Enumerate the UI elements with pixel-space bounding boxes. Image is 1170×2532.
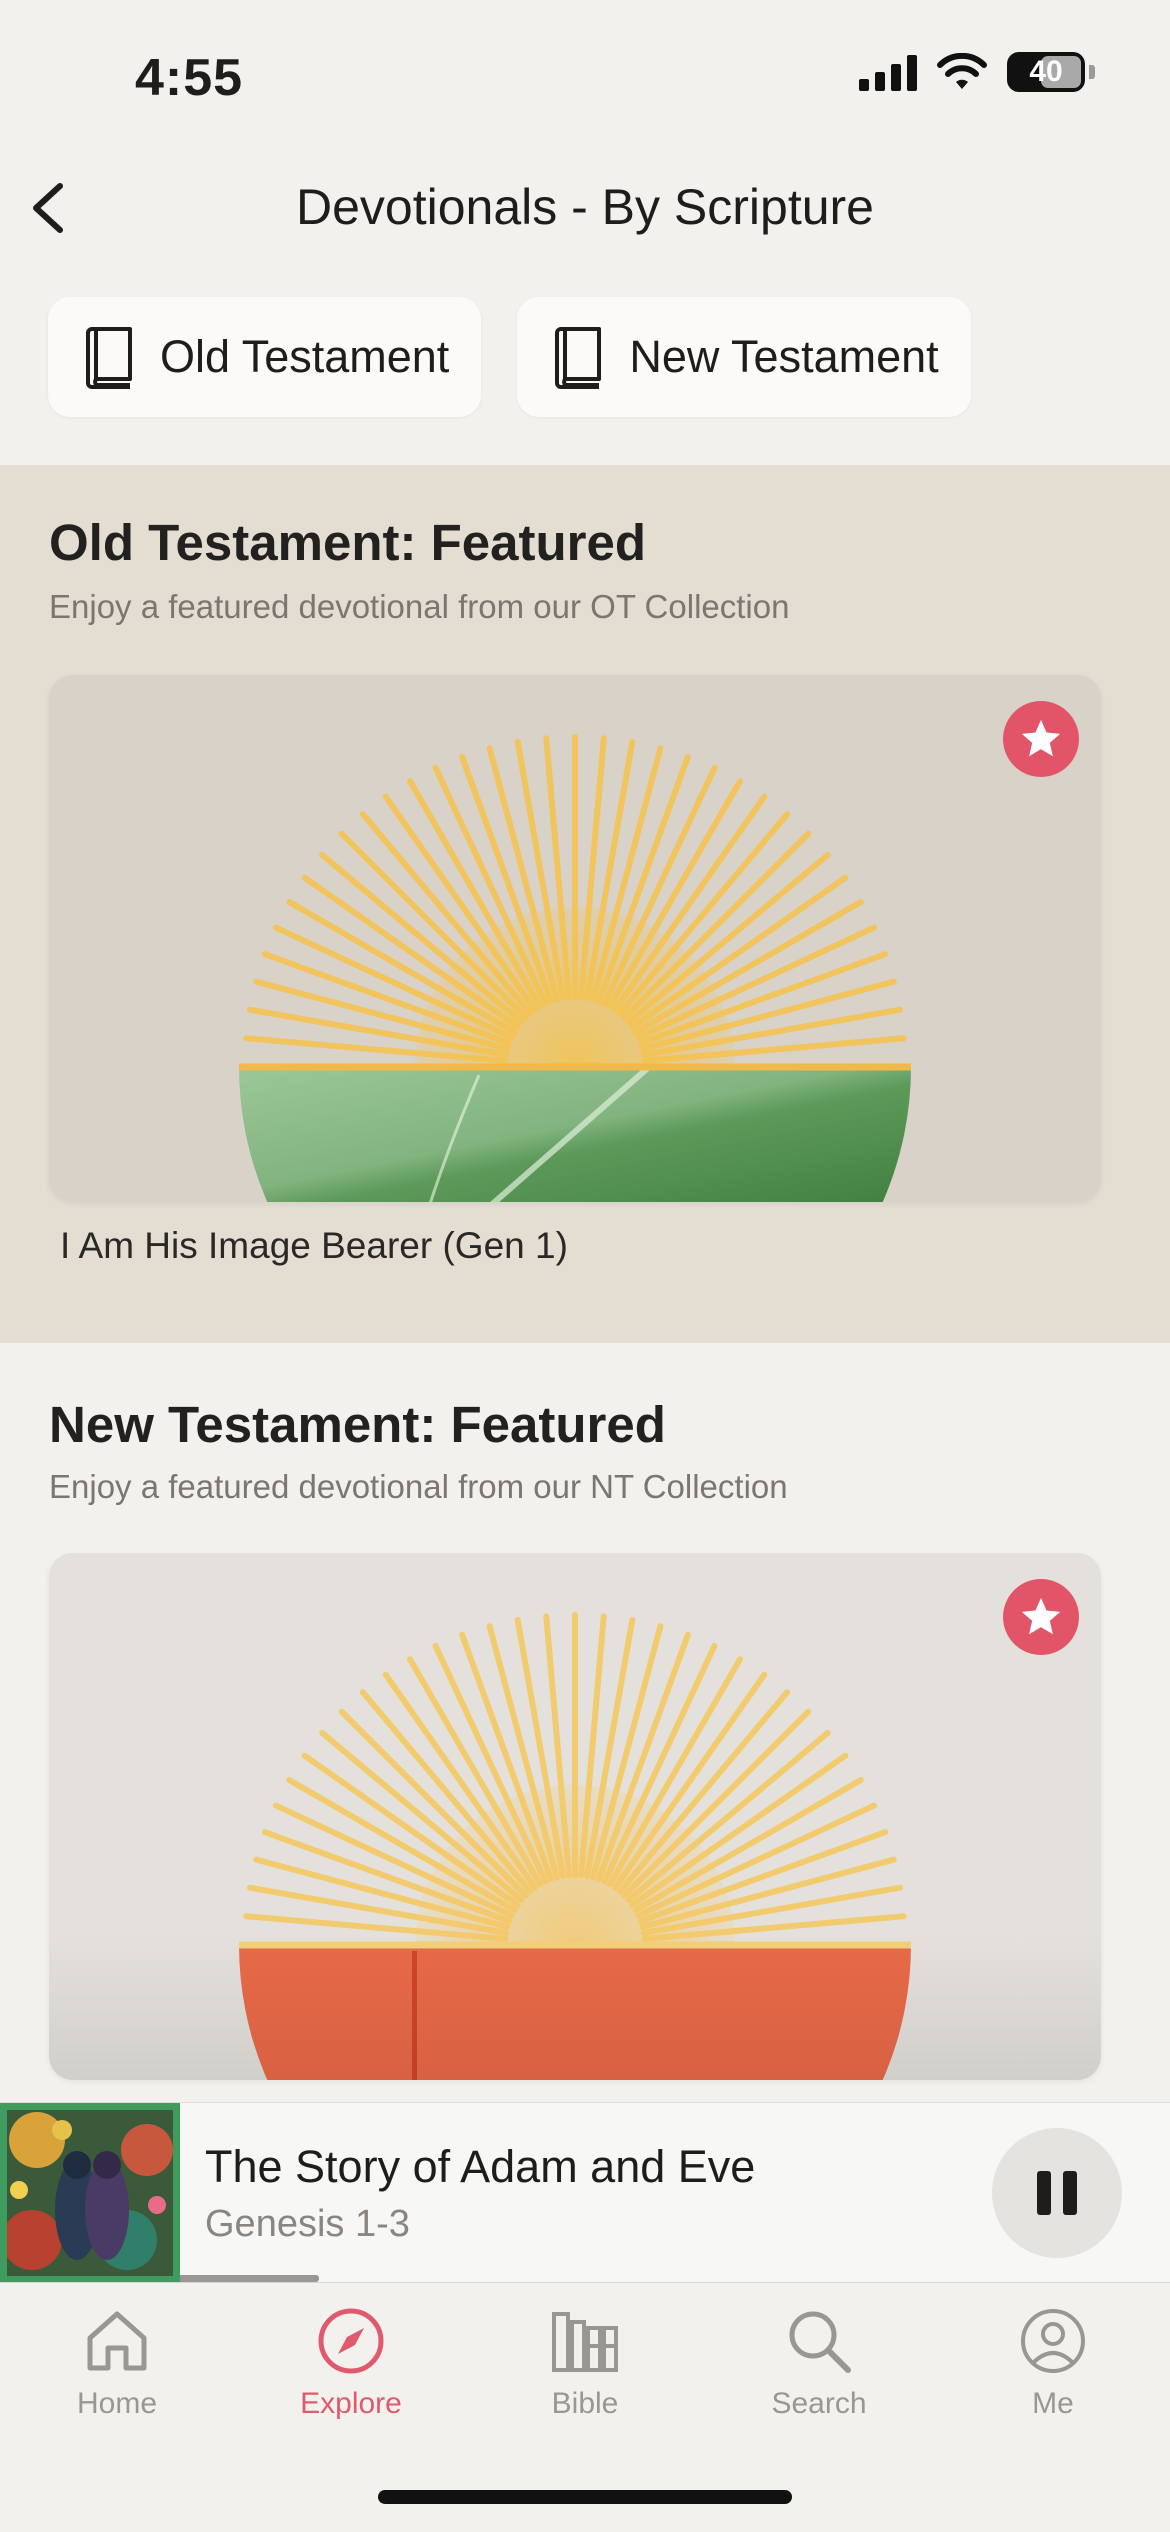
new-testament-chip[interactable]: New Testament bbox=[517, 297, 971, 417]
home-icon bbox=[87, 2311, 147, 2371]
nav-header: Devotionals - By Scripture bbox=[0, 160, 1170, 250]
tab-bible[interactable]: Bible bbox=[468, 2301, 702, 2451]
status-icons: 40 bbox=[859, 52, 1095, 92]
testament-filter-chips: Old Testament New Testament bbox=[48, 297, 971, 417]
status-time: 4:55 bbox=[135, 49, 244, 107]
ot-section-title: Old Testament: Featured bbox=[49, 514, 646, 571]
book-icon bbox=[86, 327, 132, 389]
featured-star-badge bbox=[1003, 701, 1079, 777]
new-testament-chip-label: New Testament bbox=[629, 331, 939, 382]
ot-card-caption: I Am His Image Bearer (Gen 1) bbox=[60, 1225, 568, 1266]
tab-search-label: Search bbox=[771, 2387, 867, 2420]
tab-explore-label: Explore bbox=[300, 2387, 402, 2420]
search-icon bbox=[789, 2311, 851, 2373]
cellular-signal-icon bbox=[859, 53, 917, 91]
status-bar: 4:55 40 bbox=[0, 0, 1170, 150]
now-playing-subtitle: Genesis 1-3 bbox=[205, 2203, 410, 2245]
ot-section-subtitle: Enjoy a featured devotional from our OT … bbox=[49, 588, 790, 625]
tab-search[interactable]: Search bbox=[702, 2301, 936, 2451]
playback-progress-bar bbox=[180, 2275, 319, 2282]
pause-button[interactable] bbox=[992, 2128, 1122, 2258]
nt-section-subtitle: Enjoy a featured devotional from our NT … bbox=[49, 1468, 788, 1505]
tab-bible-label: Bible bbox=[551, 2387, 619, 2420]
sunrise-orange-artwork bbox=[49, 1612, 1101, 2080]
book-icon bbox=[555, 327, 602, 389]
ot-featured-card[interactable] bbox=[49, 675, 1101, 1202]
tab-me[interactable]: Me bbox=[936, 2301, 1170, 2451]
profile-icon bbox=[1021, 2309, 1085, 2373]
ot-featured-section: Old Testament: Featured Enjoy a featured… bbox=[0, 465, 1170, 1343]
nt-featured-card[interactable] bbox=[49, 1553, 1101, 2080]
now-playing-artwork bbox=[0, 2103, 180, 2283]
battery-icon: 40 bbox=[1007, 52, 1085, 92]
old-testament-chip-label: Old Testament bbox=[160, 331, 450, 382]
wifi-icon bbox=[937, 53, 987, 89]
pause-icon-bar bbox=[1037, 2171, 1051, 2215]
battery-level: 40 bbox=[1029, 55, 1063, 88]
bible-books-icon bbox=[552, 2312, 618, 2372]
star-icon bbox=[1021, 719, 1061, 757]
nt-featured-section: New Testament: Featured Enjoy a featured… bbox=[0, 1343, 1170, 2103]
star-icon bbox=[1021, 1597, 1061, 1635]
mini-player[interactable]: The Story of Adam and Eve Genesis 1-3 bbox=[0, 2102, 1170, 2283]
tab-home-label: Home bbox=[76, 2387, 158, 2420]
compass-icon bbox=[318, 2308, 384, 2374]
old-testament-chip[interactable]: Old Testament bbox=[48, 297, 482, 417]
adam-eve-artwork bbox=[7, 2110, 173, 2276]
now-playing-title: The Story of Adam and Eve bbox=[205, 2141, 756, 2192]
tab-me-label: Me bbox=[1032, 2387, 1074, 2420]
tab-home[interactable]: Home bbox=[0, 2301, 234, 2451]
page-title: Devotionals - By Scripture bbox=[295, 179, 874, 235]
home-indicator bbox=[378, 2490, 792, 2504]
tab-explore[interactable]: Explore bbox=[234, 2301, 468, 2451]
nt-section-title: New Testament: Featured bbox=[49, 1396, 666, 1453]
featured-star-badge bbox=[1003, 1579, 1079, 1655]
battery-cap bbox=[1089, 65, 1095, 79]
sunrise-green-artwork bbox=[239, 734, 911, 1202]
pause-icon-bar bbox=[1063, 2171, 1077, 2215]
